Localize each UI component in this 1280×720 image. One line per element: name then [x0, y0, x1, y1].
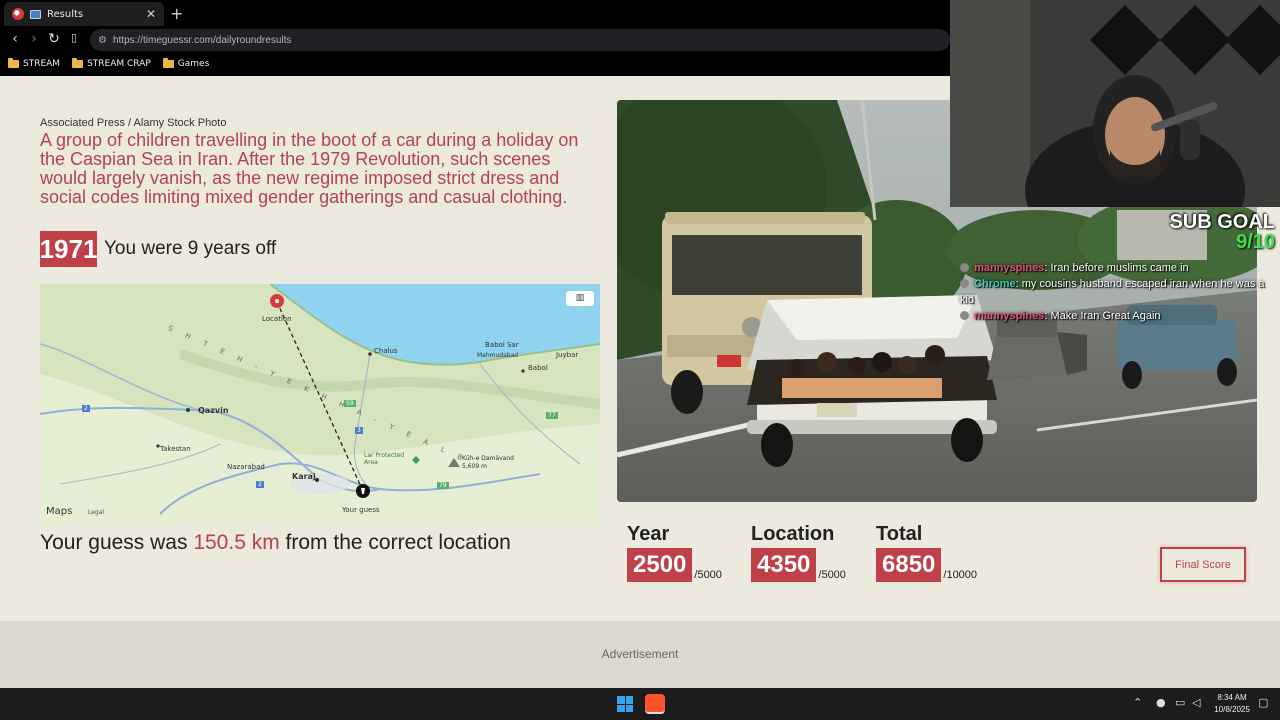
close-tab-icon[interactable]: ✕ [146, 7, 156, 21]
advertisement-label: Advertisement [601, 647, 679, 661]
folder-icon [72, 58, 84, 68]
windows-taskbar: ⌃ ● ▭ ◁ 8:34 AM 10/8/2025 ▢ [0, 688, 1280, 720]
chat-badge-icon [960, 279, 969, 288]
forward-arrow-icon[interactable]: › [25, 31, 43, 47]
bookmark-label: Games [177, 59, 210, 69]
bookmark-label: STREAM [23, 59, 61, 69]
chat-badge-icon [960, 263, 969, 272]
stream-chat: mannyspines: Iran before muslims came in… [960, 260, 1272, 324]
bookmark-folder-stream-crap[interactable]: STREAM CRAP [72, 58, 151, 69]
brave-browser-icon[interactable] [645, 694, 665, 714]
tray-chevron-icon[interactable]: ⌃ [1133, 696, 1142, 709]
bookmark-label: STREAM CRAP [87, 59, 151, 69]
map-type-icon[interactable]: ▥ [566, 291, 594, 306]
year-score: Year 2500 /5000 [627, 523, 722, 582]
route-shield-77: 77 [546, 412, 558, 419]
protected-area-label: Lar Protected Area [364, 452, 405, 466]
total-score-label: Total [876, 523, 923, 545]
route-shield-79: 79 [437, 482, 449, 489]
back-arrow-icon[interactable]: ‹ [6, 31, 24, 47]
window-icon [30, 9, 41, 19]
map-canvas [40, 284, 600, 524]
reload-icon[interactable]: ↻ [45, 31, 63, 47]
notification-icon[interactable]: ▢ [1258, 696, 1268, 709]
advertisement-bar: Advertisement [0, 621, 1280, 688]
apple-maps-logo: Maps [46, 506, 73, 517]
chat-username: Chrome [974, 278, 1016, 290]
total-score: Total 6850 /10000 [876, 523, 977, 582]
bookmark-icon[interactable]: ▯ [65, 31, 83, 44]
photo-description: A group of children travelling in the bo… [40, 130, 579, 207]
streamer-webcam [950, 0, 1280, 207]
total-score-max: /10000 [943, 569, 978, 581]
city-label-babol: Babol [528, 364, 548, 372]
your-guess-pin-label: Your guess [342, 506, 380, 514]
maps-legal-link[interactable]: Legal [88, 509, 104, 516]
location-score-max: /5000 [818, 569, 846, 581]
tab-title: Results [47, 8, 84, 20]
bookmark-folder-games[interactable]: Games [162, 58, 210, 69]
folder-icon [8, 58, 19, 68]
url-input[interactable]: ⚙ https://timeguessr.com/dailyroundresul… [90, 29, 950, 51]
folder-icon [162, 58, 174, 68]
location-score-label: Location [751, 523, 835, 545]
bookmark-folder-stream[interactable]: STREAM [8, 58, 61, 69]
years-off-text: You were 9 years off [104, 238, 277, 259]
year-score-value: 2500 [627, 548, 693, 582]
url-text: https://timeguessr.com/dailyroundresults [112, 34, 292, 46]
system-clock[interactable]: 8:34 AM 10/8/2025 [1210, 692, 1254, 716]
microphone-icon[interactable]: ● [1156, 696, 1166, 709]
site-settings-icon[interactable]: ⚙ [98, 35, 107, 46]
chat-message: mannyspines: Iran before muslims came in [960, 260, 1272, 276]
chat-message: mannyspines: Make Iran Great Again [960, 308, 1272, 324]
timeguessr-favicon-icon [12, 8, 24, 20]
route-shield-59: 59 [344, 400, 356, 407]
year-score-max: /5000 [694, 569, 722, 581]
clock-time: 8:34 AM [1217, 693, 1247, 702]
volume-icon[interactable]: ◁ [1192, 696, 1200, 709]
distance-prefix: Your guess was [40, 531, 194, 554]
chat-username: mannyspines [974, 262, 1045, 274]
city-label-takestan: Takestan [160, 445, 191, 453]
chat-message: Chrome: my cousins husband escaped iran … [960, 276, 1272, 308]
total-score-value: 6850 [876, 548, 942, 582]
city-label-karaj: Karaj [292, 472, 316, 481]
new-tab-button[interactable]: + [170, 4, 183, 23]
route-shield-2: 2 [82, 405, 90, 412]
route-shield-3: 3 [355, 427, 363, 434]
distance-value: 150.5 km [193, 531, 280, 554]
chat-text: : Iran before muslims came in [1044, 262, 1189, 274]
city-label-babol-sar: Babol Sar [485, 341, 519, 349]
final-score-button[interactable]: Final Score [1160, 547, 1246, 582]
chat-text: : Make Iran Great Again [1044, 310, 1161, 322]
peak-label-damavand: Kūh-e Damāvand [462, 455, 514, 462]
result-map[interactable]: Location Your guess Chalus Babol Sar Mah… [40, 284, 600, 524]
city-label-chalus: Chalus [374, 347, 398, 355]
city-label-nazarabad: Nazarabad [227, 463, 265, 471]
chat-username: mannyspines [974, 310, 1045, 322]
location-score-value: 4350 [751, 548, 817, 582]
network-icon[interactable]: ▭ [1175, 696, 1185, 709]
webcam-feed [950, 0, 1280, 207]
city-label-qazvin: Qazvin [198, 406, 229, 415]
correct-year-badge: 1971 [40, 231, 97, 267]
city-label-mahmudabad: Mahmudabad [477, 352, 519, 359]
chat-badge-icon [960, 311, 969, 320]
photo-credit: Associated Press / Alamy Stock Photo [40, 117, 227, 129]
screen: Results ✕ + ‹ › ↻ ▯ ⚙ https://timeguessr… [0, 0, 1280, 720]
location-pin-label: Location [262, 315, 292, 323]
browser-tab-results[interactable]: Results ✕ [4, 2, 164, 26]
windows-start-icon[interactable] [617, 696, 633, 712]
location-score: Location 4350 /5000 [751, 523, 846, 582]
route-shield-2b: 2 [256, 481, 264, 488]
clock-date: 10/8/2025 [1214, 705, 1250, 714]
sub-goal-count: 9/10 [1236, 231, 1275, 253]
city-label-juybar: Juybar [556, 351, 579, 359]
year-score-label: Year [627, 523, 670, 545]
distance-suffix: from the correct location [279, 531, 511, 554]
distance-summary: Your guess was 150.5 km from the correct… [40, 531, 511, 555]
